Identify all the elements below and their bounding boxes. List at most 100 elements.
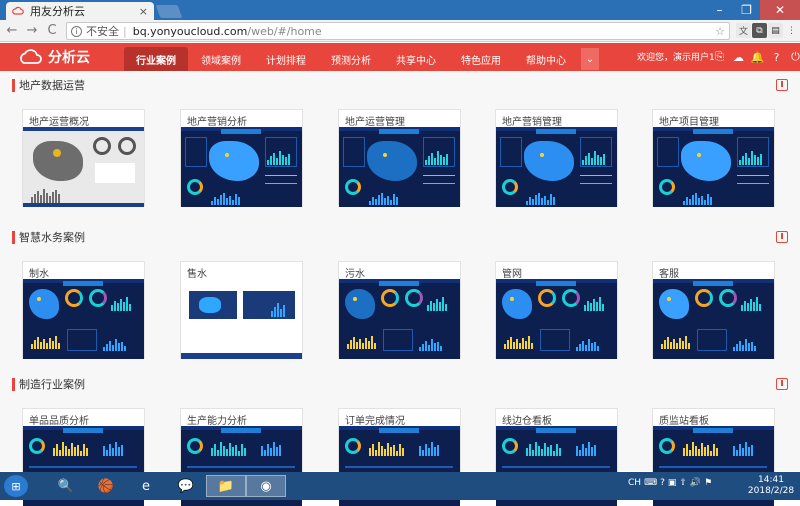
network-icon[interactable]: ▣ [668, 478, 677, 488]
bar [683, 448, 685, 456]
link-icon[interactable]: ⎘ [710, 48, 729, 66]
chrome-icon[interactable]: ◉ [246, 475, 286, 497]
case-card[interactable]: 地产运营概况 [22, 109, 145, 207]
start-button[interactable]: ⊞ [4, 475, 28, 497]
case-card[interactable]: 管网 [495, 261, 618, 359]
case-card[interactable]: 生产能力分析 [180, 408, 303, 506]
bookmark-star-icon[interactable]: ☆ [715, 25, 725, 38]
nav-tab[interactable]: 特色应用 [449, 47, 513, 71]
case-card[interactable]: 单品品质分析 [22, 408, 145, 506]
extension-print-icon[interactable]: ▤ [768, 23, 783, 38]
nav-tab[interactable]: 预测分析 [319, 47, 383, 71]
bar [431, 153, 433, 165]
side-panel [185, 137, 207, 167]
input-language[interactable]: CH [628, 478, 641, 488]
case-card[interactable]: 售水 [180, 261, 303, 359]
folder-icon[interactable]: 📁 [206, 475, 246, 497]
cloud-icon[interactable]: ☁ [729, 48, 748, 66]
system-tray: CH ⌨ ? ▣ ⇧ 🔊 ⚑ [628, 478, 712, 488]
new-tab-button[interactable] [155, 5, 183, 18]
app-logo[interactable]: 分析云 [18, 46, 90, 68]
ring [719, 289, 737, 307]
bar [754, 155, 756, 165]
clock[interactable]: 14:41 2018/2/28 [746, 475, 796, 497]
browser-tab[interactable]: 用友分析云 × [6, 2, 154, 20]
nav-tab[interactable]: 行业案例 [124, 47, 188, 71]
close-window-button[interactable]: ✕ [760, 0, 800, 20]
bar [109, 444, 111, 456]
search-icon[interactable]: 🔍 [46, 475, 86, 497]
bar [214, 444, 216, 456]
case-card[interactable]: 订单完成情况 [338, 408, 461, 506]
power-icon[interactable]: ⏻ [786, 48, 800, 66]
back-button[interactable]: ← [2, 21, 22, 41]
ring [405, 289, 423, 307]
flag-icon[interactable]: ⚑ [704, 478, 712, 488]
bar [596, 302, 598, 311]
ie-icon[interactable]: e [126, 475, 166, 497]
header-icons: ⎘ ☁ 🔔? ⏻ [710, 48, 800, 66]
keyboard-icon[interactable]: ⌨ [644, 478, 657, 488]
bar [261, 446, 263, 456]
help-icon[interactable]: ? [767, 48, 786, 66]
chrome-menu-icon[interactable]: ⋮ [784, 23, 799, 38]
bar [682, 341, 684, 349]
bell-icon[interactable]: 🔔 [748, 48, 767, 66]
nav-tab[interactable]: 共享中心 [384, 47, 448, 71]
info-icon[interactable]: i [71, 25, 82, 37]
nav-tab[interactable]: 领域案例 [189, 47, 253, 71]
line [265, 183, 297, 184]
minimize-button[interactable]: – [706, 0, 733, 20]
bar-group [576, 438, 596, 456]
case-card[interactable]: 地产营销管理 [495, 109, 618, 207]
bar [121, 445, 123, 456]
volume-icon[interactable]: 🔊 [690, 478, 701, 488]
thumb-header [23, 127, 144, 131]
nav-more-chevron-icon[interactable]: ⌄ [581, 48, 599, 70]
case-card[interactable]: 客服 [652, 261, 775, 359]
download-icon[interactable] [776, 79, 788, 91]
dashboard-thumbnail [23, 279, 144, 359]
bar [742, 156, 744, 165]
download-icon[interactable] [776, 378, 788, 390]
case-card[interactable]: 地产项目管理 [652, 109, 775, 207]
side-panel [540, 329, 570, 351]
help-tray-icon[interactable]: ? [660, 478, 665, 488]
reload-button[interactable]: C [42, 21, 62, 41]
extension-translate-icon[interactable]: 文 [736, 23, 751, 38]
bar [277, 303, 279, 317]
forward-button[interactable]: → [22, 21, 42, 41]
arrow-icon[interactable]: ⇧ [679, 478, 687, 488]
address-bar[interactable]: i 不安全 | bq.yonyoucloud.com /web/#/home ☆ [66, 22, 730, 40]
bar [739, 341, 741, 351]
bar [270, 448, 272, 456]
bar [695, 193, 697, 205]
case-card[interactable]: 制水 [22, 261, 145, 359]
title-bar [221, 129, 261, 134]
bar [588, 442, 590, 456]
case-card[interactable]: 线边仓看板 [495, 408, 618, 506]
tab-close-icon[interactable]: × [139, 5, 148, 18]
extension-screenshot-icon[interactable]: ⧉ [752, 23, 767, 38]
bar [594, 445, 596, 456]
case-card[interactable]: 地产运营管理 [338, 109, 461, 207]
nav-tab[interactable]: 帮助中心 [514, 47, 578, 71]
download-icon[interactable] [776, 231, 788, 243]
url-host: bq.yonyoucloud.com [132, 24, 248, 38]
bar [544, 196, 546, 205]
divider [502, 466, 610, 468]
wechat-icon[interactable]: 💬 [166, 475, 206, 497]
nav-tab[interactable]: 计划排程 [254, 47, 318, 71]
case-card[interactable]: 污水 [338, 261, 461, 359]
maximize-button[interactable]: ❐ [733, 0, 760, 20]
bar [710, 197, 712, 205]
case-card[interactable]: 地产营销分析 [180, 109, 303, 207]
welcome-text[interactable]: 欢迎您，演示用户1 [637, 50, 715, 63]
ring [381, 289, 399, 307]
photos-icon[interactable]: 🏀 [86, 475, 126, 497]
title-bar [63, 281, 103, 286]
case-card[interactable]: 质监站看板 [652, 408, 775, 506]
bar [434, 343, 436, 351]
bar [381, 193, 383, 205]
bar [516, 339, 518, 349]
